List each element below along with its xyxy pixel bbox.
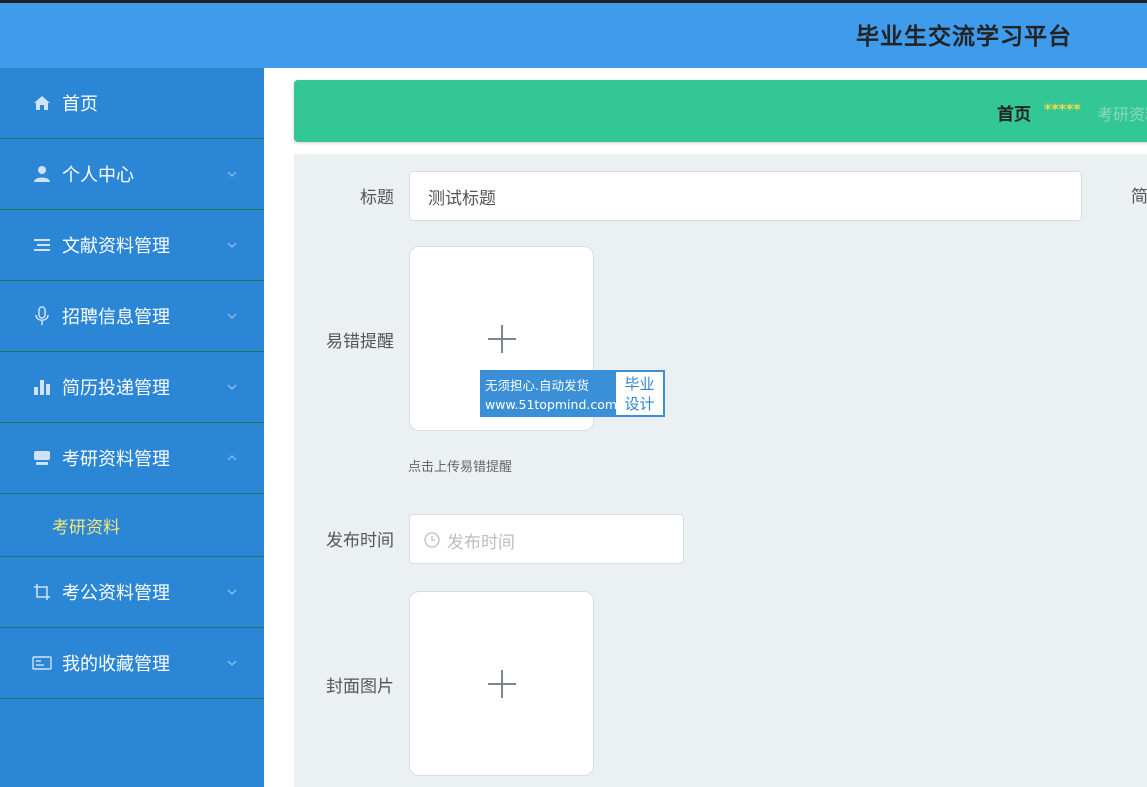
sidebar-item-civil-exam[interactable]: 考公资料管理 <box>0 557 264 628</box>
microphone-icon <box>32 306 52 326</box>
app-title: 毕业生交流学习平台 <box>856 24 1072 50</box>
sidebar-item-label: 考公资料管理 <box>62 583 170 604</box>
sidebar-item-favorites[interactable]: 我的收藏管理 <box>0 628 264 699</box>
cover-image-label: 封面图片 <box>326 677 394 697</box>
chevron-down-icon <box>227 589 237 595</box>
main-content: 首页 ***** 考研资料 标题 简 易错提醒 点击上传易错提醒 发布时间 发布… <box>264 68 1147 787</box>
clock-icon <box>424 532 440 548</box>
edit-form: 标题 简 易错提醒 点击上传易错提醒 发布时间 发布时间 封面图片 <box>294 154 1147 787</box>
chevron-down-icon <box>227 660 237 666</box>
mistake-reminder-label: 易错提醒 <box>326 332 394 352</box>
chevron-down-icon <box>227 171 237 177</box>
bar-chart-icon <box>32 377 52 397</box>
watermark-badge: 无须担心.自动发货 www.51topmind.com 毕业 设计 <box>480 370 665 417</box>
sidebar-item-label: 个人中心 <box>62 165 134 186</box>
chevron-down-icon <box>227 242 237 248</box>
tray-icon <box>32 448 52 468</box>
sidebar-menu: 首页 个人中心 文献资料管理 招聘信息管理 简历投递管理 考研资料管理 考研资料… <box>0 68 264 787</box>
chevron-down-icon <box>227 313 237 319</box>
partial-field-label: 简 <box>1131 187 1147 207</box>
sidebar-item-label: 首页 <box>62 94 98 115</box>
sidebar-item-label: 考研资料管理 <box>62 449 170 470</box>
chevron-down-icon <box>227 384 237 390</box>
title-label: 标题 <box>360 188 394 208</box>
submenu-item-grad-exam-materials[interactable]: 考研资料 <box>0 494 264 557</box>
breadcrumb-separator: ***** <box>1044 102 1081 118</box>
sidebar-item-label: 我的收藏管理 <box>62 654 170 675</box>
top-header: 毕业生交流学习平台 <box>0 0 1147 68</box>
plus-icon <box>488 325 516 353</box>
sidebar-item-home[interactable]: 首页 <box>0 68 264 139</box>
user-icon <box>32 164 52 184</box>
sidebar-item-literature[interactable]: 文献资料管理 <box>0 210 264 281</box>
breadcrumb-current: 考研资料 <box>1097 105 1147 124</box>
mistake-upload-hint: 点击上传易错提醒 <box>408 460 513 475</box>
breadcrumb: 首页 ***** 考研资料 <box>294 80 1147 142</box>
submenu-item-label: 考研资料 <box>52 517 120 538</box>
watermark-label: 毕业 设计 <box>616 372 663 415</box>
id-card-icon <box>32 653 52 673</box>
sidebar-item-label: 文献资料管理 <box>62 236 170 257</box>
publish-time-placeholder: 发布时间 <box>447 533 515 553</box>
watermark-text: 无须担心.自动发货 www.51topmind.com <box>485 378 618 412</box>
plus-icon <box>488 670 516 698</box>
sidebar-item-label: 简历投递管理 <box>62 378 170 399</box>
sidebar-item-recruitment[interactable]: 招聘信息管理 <box>0 281 264 352</box>
list-icon <box>32 235 52 255</box>
home-icon <box>32 93 52 113</box>
publish-time-picker[interactable]: 发布时间 <box>409 514 684 564</box>
publish-time-label: 发布时间 <box>326 531 394 551</box>
sidebar-item-label: 招聘信息管理 <box>62 307 170 328</box>
cover-image-upload[interactable] <box>409 591 594 776</box>
sidebar-item-personal-center[interactable]: 个人中心 <box>0 139 264 210</box>
chevron-up-icon <box>227 455 237 461</box>
sidebar-item-resume[interactable]: 简历投递管理 <box>0 352 264 423</box>
breadcrumb-home[interactable]: 首页 <box>997 100 1031 125</box>
sidebar-item-grad-exam[interactable]: 考研资料管理 <box>0 423 264 494</box>
title-input[interactable] <box>409 171 1082 221</box>
crop-icon <box>32 582 52 602</box>
